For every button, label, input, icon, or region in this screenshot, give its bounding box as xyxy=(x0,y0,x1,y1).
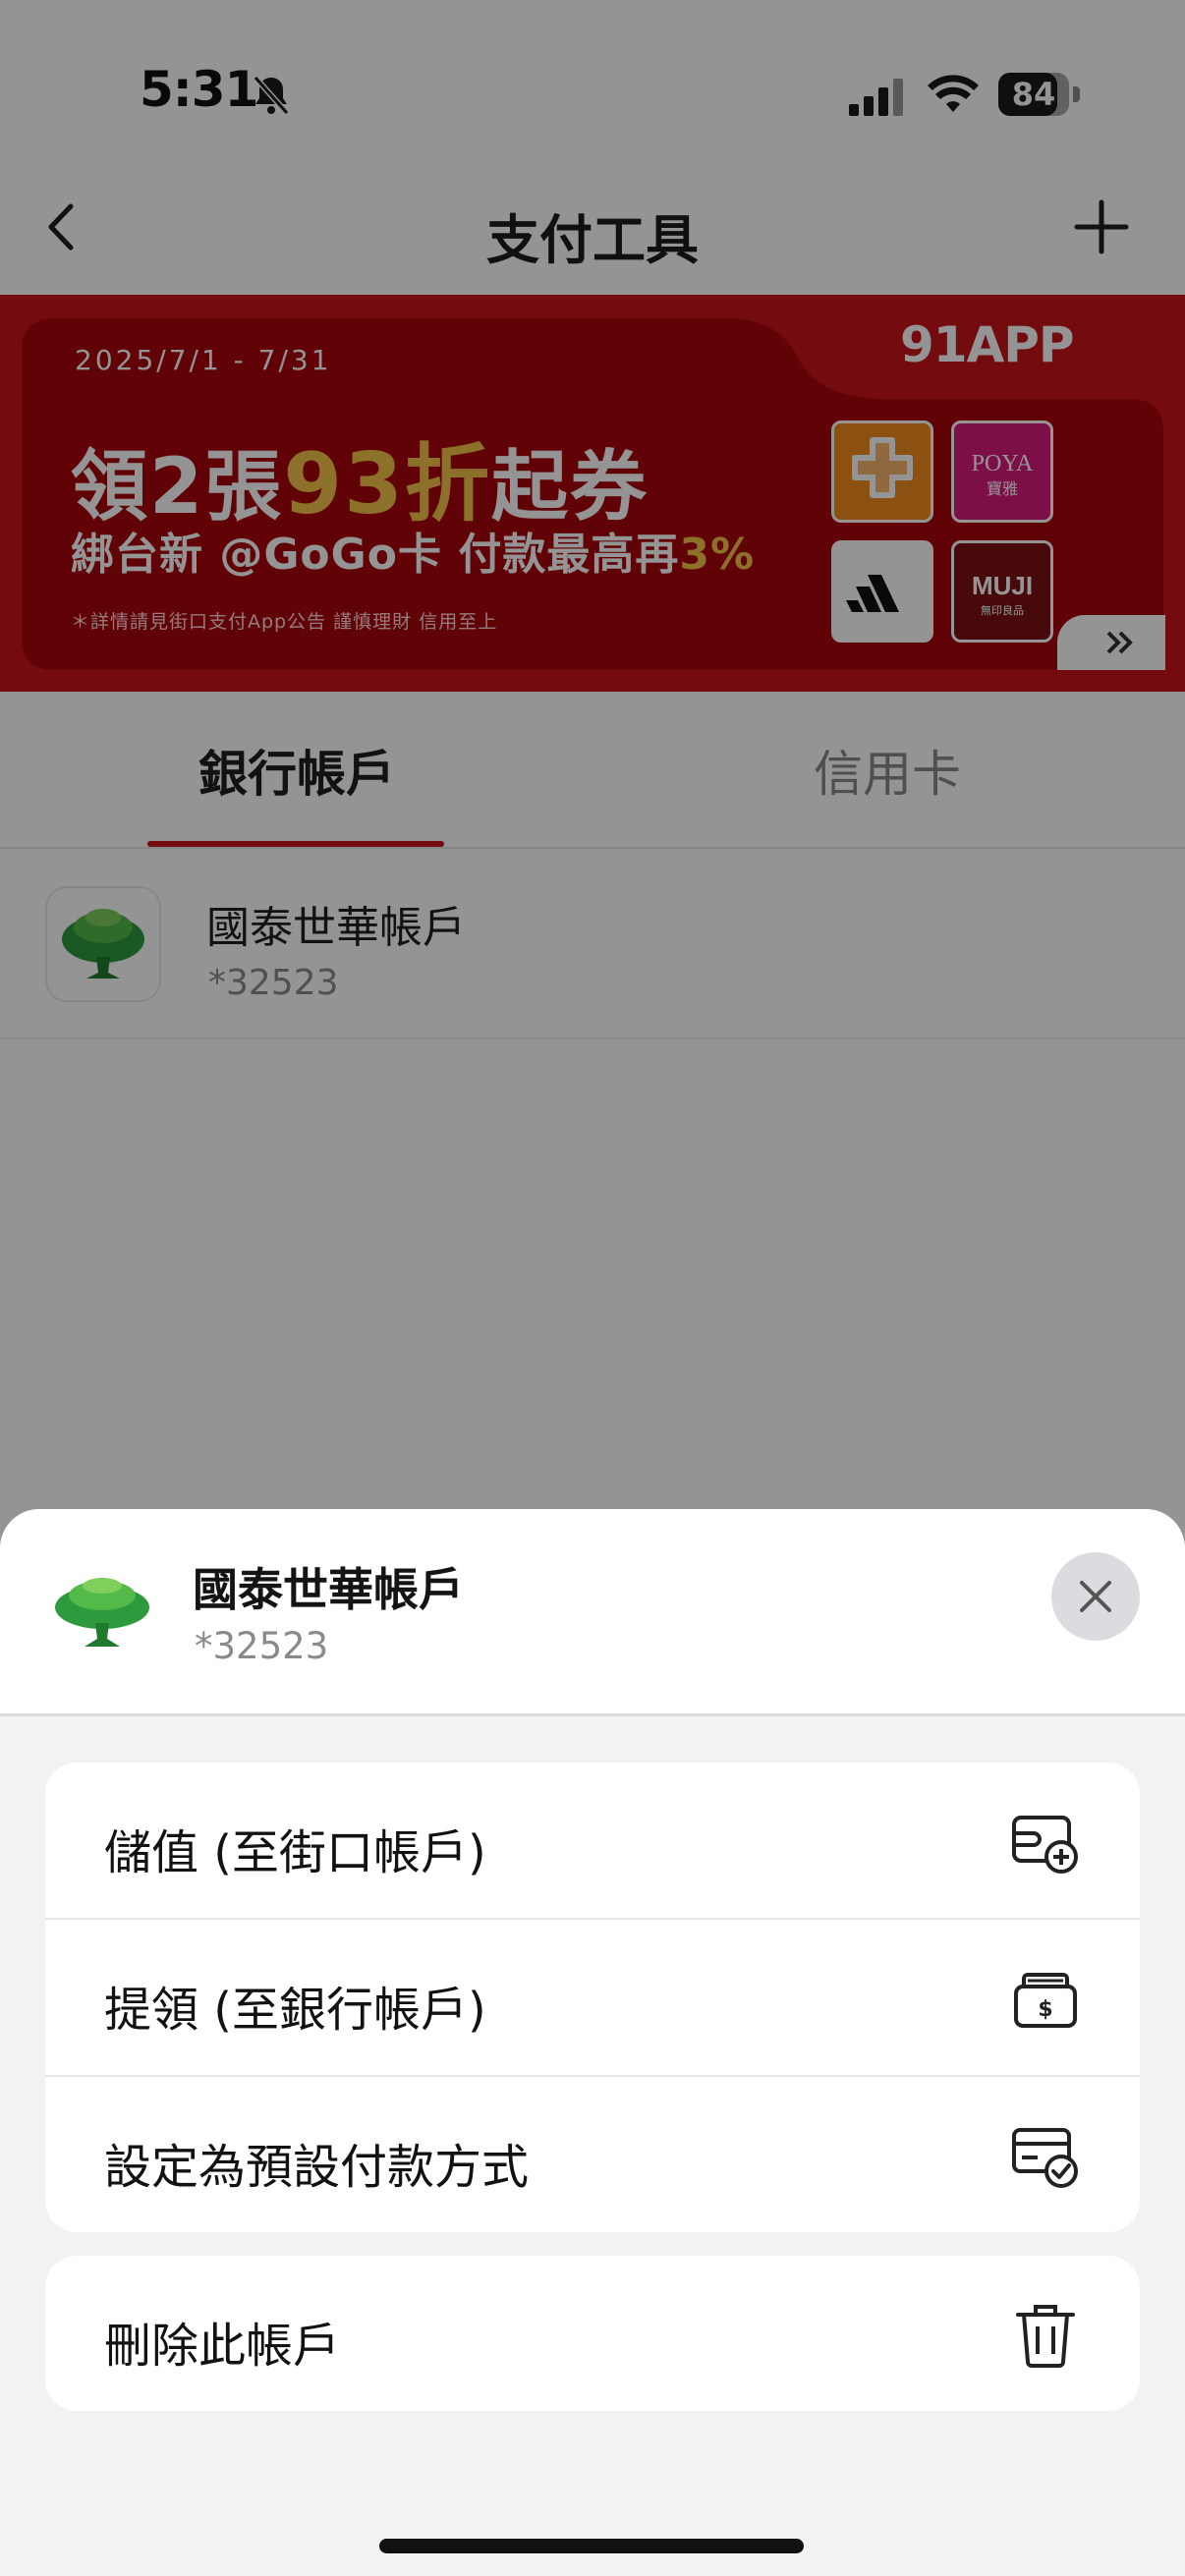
screen: 5:31 84 支付工具 2025/7/1 - 7/31 領2張93折起券 綁台… xyxy=(0,0,1185,2576)
set-default-menu-item[interactable]: 設定為預設付款方式 xyxy=(45,2075,1140,2232)
card-check-icon xyxy=(1012,2128,1078,2188)
sheet-header xyxy=(0,1509,1185,1715)
menu-item-label: 提領 (至銀行帳戶) xyxy=(104,1983,486,2038)
sheet-account-number: *32523 xyxy=(195,1625,329,1667)
top-up-menu-item[interactable]: 儲值 (至街口帳戶) xyxy=(45,1763,1140,1918)
close-icon xyxy=(1080,1581,1111,1612)
account-actions-menu: 儲值 (至街口帳戶) 提領 (至銀行帳戶) $ 設定為預設付款方式 xyxy=(45,1763,1140,2232)
withdraw-menu-item[interactable]: 提領 (至銀行帳戶) $ xyxy=(45,1918,1140,2075)
home-indicator xyxy=(379,2539,804,2553)
wallet-add-icon xyxy=(1012,1816,1078,1874)
menu-item-label: 儲值 (至街口帳戶) xyxy=(104,1825,486,1880)
cash-withdraw-icon: $ xyxy=(1014,1973,1077,2028)
close-button[interactable] xyxy=(1051,1552,1140,1641)
sheet-account-name: 國泰世華帳戶 xyxy=(193,1563,464,1616)
trash-icon xyxy=(1016,2305,1075,2368)
divider xyxy=(0,1713,1185,1716)
delete-account-menu: 刪除此帳戶 xyxy=(45,2256,1140,2411)
delete-account-menu-item[interactable]: 刪除此帳戶 xyxy=(45,2256,1140,2411)
menu-item-label: 設定為預設付款方式 xyxy=(104,2140,530,2195)
menu-item-label: 刪除此帳戶 xyxy=(104,2319,341,2374)
bank-logo xyxy=(55,1578,149,1647)
svg-text:$: $ xyxy=(1038,1997,1052,2022)
